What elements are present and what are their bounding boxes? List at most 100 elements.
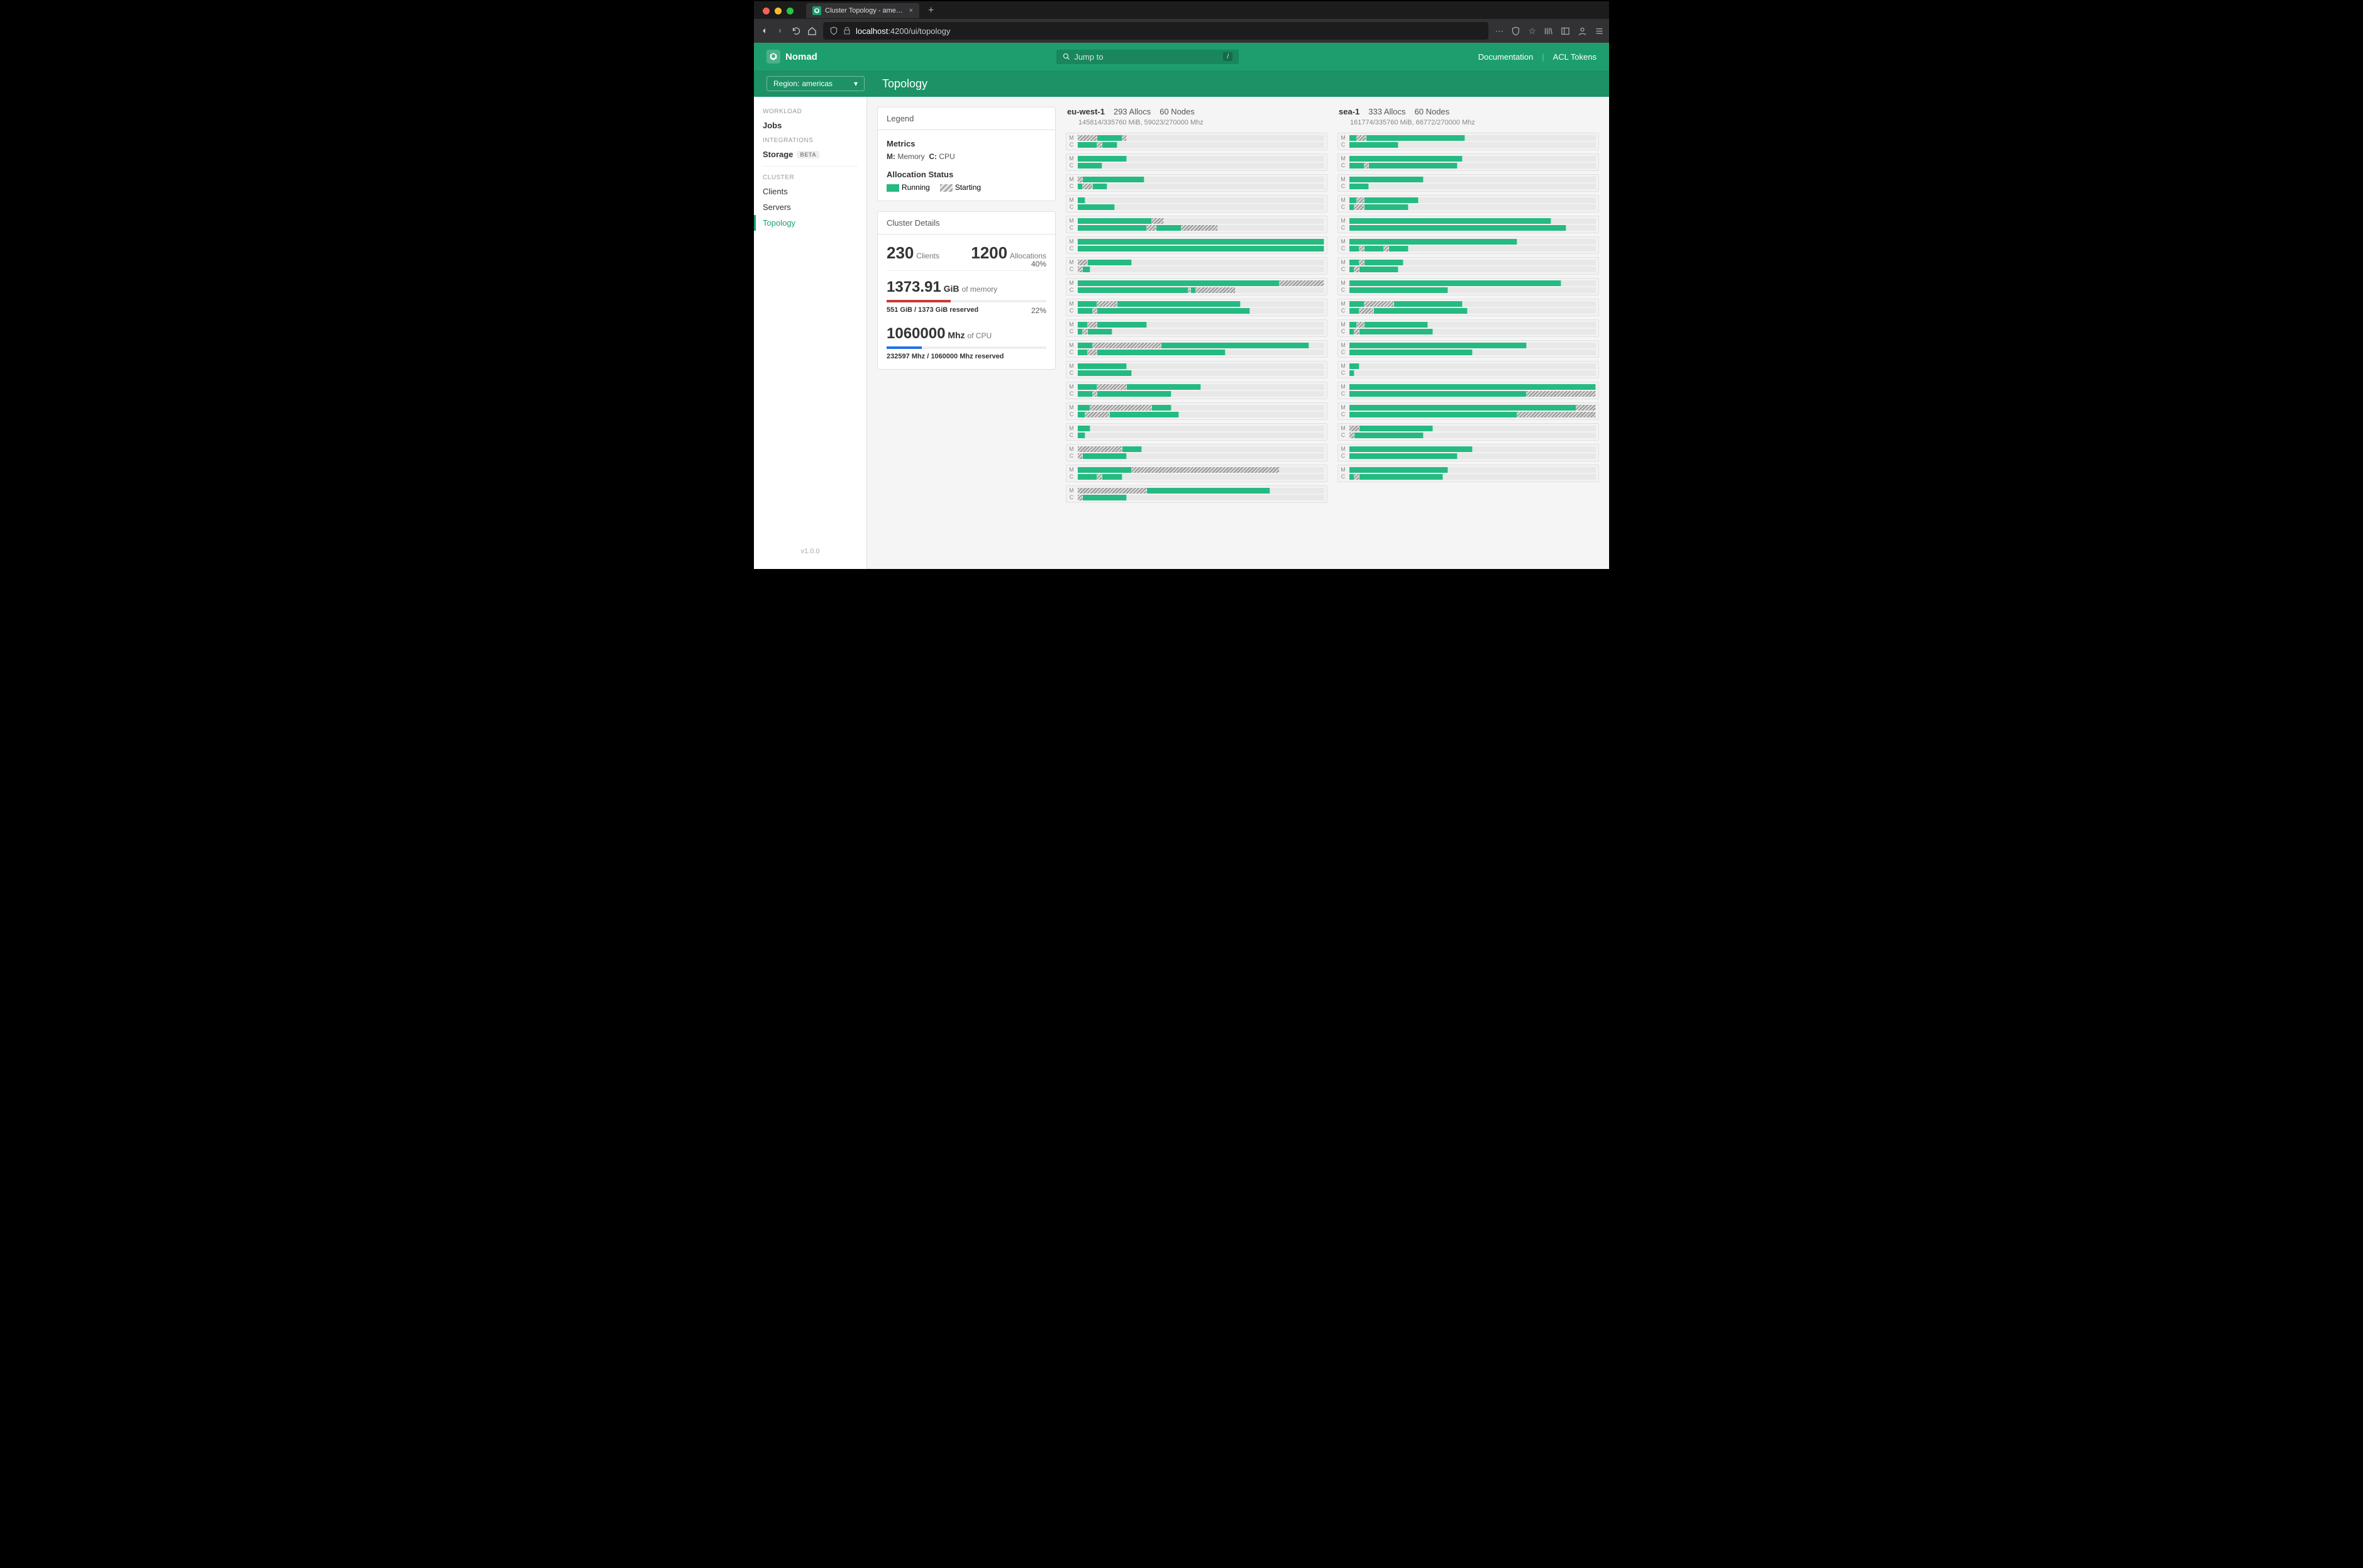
topology-node[interactable]: M C bbox=[1066, 153, 1327, 171]
topology-node[interactable]: M C bbox=[1066, 361, 1327, 378]
topology-node[interactable]: M C bbox=[1337, 382, 1599, 399]
close-tab-icon[interactable]: × bbox=[909, 7, 913, 14]
jump-search[interactable]: Jump to / bbox=[1056, 50, 1239, 64]
topology-node[interactable]: M C bbox=[1066, 236, 1327, 254]
topology-node[interactable]: M C bbox=[1337, 444, 1599, 461]
reader-icon[interactable] bbox=[1511, 26, 1520, 36]
cpu-row-label: C bbox=[1068, 370, 1075, 376]
brand[interactable]: Nomad bbox=[766, 50, 817, 63]
cpu-bar bbox=[1078, 495, 1324, 500]
datacenter-allocs: 333 Allocs bbox=[1368, 107, 1405, 116]
topology-node[interactable]: M C bbox=[1337, 402, 1599, 420]
memory-bar bbox=[1078, 426, 1324, 431]
topology-node[interactable]: M C bbox=[1337, 236, 1599, 254]
topology-node[interactable]: M C bbox=[1066, 444, 1327, 461]
topology-node[interactable]: M C bbox=[1066, 485, 1327, 503]
back-button[interactable] bbox=[759, 26, 769, 36]
cpu-bar bbox=[1078, 184, 1324, 189]
close-window-button[interactable] bbox=[763, 8, 770, 14]
memory-row-label: M bbox=[1068, 467, 1075, 473]
topology-node[interactable]: M C bbox=[1337, 299, 1599, 316]
memory-bar bbox=[1078, 301, 1324, 307]
sidebar-section-cluster: CLUSTER bbox=[754, 170, 866, 184]
cpu-row-label: C bbox=[1068, 287, 1075, 293]
topology-node[interactable]: M C bbox=[1066, 340, 1327, 358]
cpu-bar bbox=[1078, 225, 1324, 231]
topology-node[interactable]: M C bbox=[1066, 278, 1327, 295]
cpu-bar bbox=[1078, 370, 1324, 376]
topology-node[interactable]: M C bbox=[1066, 133, 1327, 150]
cpu-bar bbox=[1078, 474, 1324, 480]
region-select[interactable]: Region: americas ▾ bbox=[766, 76, 865, 91]
topology-node[interactable]: M C bbox=[1337, 465, 1599, 482]
topology-node[interactable]: M C bbox=[1066, 195, 1327, 213]
cpu-row-label: C bbox=[1339, 412, 1347, 417]
topology-node[interactable]: M C bbox=[1066, 299, 1327, 316]
topology-node[interactable]: M C bbox=[1337, 423, 1599, 441]
home-button[interactable] bbox=[807, 26, 817, 36]
forward-button[interactable] bbox=[775, 26, 785, 36]
sidebar-divider bbox=[763, 166, 858, 167]
topology-node[interactable]: M C bbox=[1337, 153, 1599, 171]
topology-node[interactable]: M C bbox=[1337, 278, 1599, 295]
cpu-row-label: C bbox=[1068, 495, 1075, 500]
browser-tab[interactable]: Cluster Topology - americas - I × bbox=[806, 3, 919, 18]
cpu-row-label: C bbox=[1068, 204, 1075, 210]
datacenter-resources: 145814/335760 MiB, 59023/270000 Mhz bbox=[1066, 119, 1327, 133]
cpu-row-label: C bbox=[1068, 391, 1075, 397]
documentation-link[interactable]: Documentation bbox=[1478, 52, 1533, 62]
minimize-window-button[interactable] bbox=[775, 8, 782, 14]
memory-bar bbox=[1078, 384, 1324, 390]
memory-bar bbox=[1349, 426, 1596, 431]
cpu-bar bbox=[1078, 204, 1324, 210]
topology-node[interactable]: M C bbox=[1066, 216, 1327, 233]
cpu-row-label: C bbox=[1339, 163, 1347, 168]
sidebar-icon[interactable] bbox=[1561, 26, 1570, 36]
memory-row-label: M bbox=[1068, 135, 1075, 141]
topology-node[interactable]: M C bbox=[1066, 402, 1327, 420]
topology-node[interactable]: M C bbox=[1337, 195, 1599, 213]
topology-node[interactable]: M C bbox=[1337, 257, 1599, 275]
acl-tokens-link[interactable]: ACL Tokens bbox=[1553, 52, 1597, 62]
topology-node[interactable]: M C bbox=[1337, 319, 1599, 337]
more-icon[interactable]: ⋯ bbox=[1495, 26, 1503, 36]
topology-node[interactable]: M C bbox=[1066, 423, 1327, 441]
cpu-row-label: C bbox=[1068, 329, 1075, 334]
account-icon[interactable] bbox=[1578, 26, 1587, 36]
topology-node[interactable]: M C bbox=[1337, 174, 1599, 192]
reload-button[interactable] bbox=[792, 26, 801, 36]
topology-node[interactable]: M C bbox=[1066, 257, 1327, 275]
maximize-window-button[interactable] bbox=[787, 8, 794, 14]
topology-node[interactable]: M C bbox=[1066, 174, 1327, 192]
cpu-bar bbox=[1349, 412, 1596, 417]
sidebar-item-servers[interactable]: Servers bbox=[754, 199, 866, 215]
cpu-bar bbox=[1349, 433, 1596, 438]
memory-row-label: M bbox=[1068, 301, 1075, 307]
cpu-bar bbox=[887, 346, 1046, 349]
sidebar-item-clients[interactable]: Clients bbox=[754, 184, 866, 199]
memory-row-label: M bbox=[1068, 177, 1075, 182]
topology-node[interactable]: M C bbox=[1337, 361, 1599, 378]
memory-row-label: M bbox=[1068, 197, 1075, 203]
topology-node[interactable]: M C bbox=[1066, 382, 1327, 399]
datacenter-name: eu-west-1 bbox=[1067, 107, 1105, 116]
topology-node[interactable]: M C bbox=[1337, 340, 1599, 358]
address-bar[interactable]: localhost:4200/ui/topology bbox=[823, 22, 1488, 40]
memory-row-label: M bbox=[1068, 218, 1075, 224]
topology-node[interactable]: M C bbox=[1337, 216, 1599, 233]
library-icon[interactable] bbox=[1544, 26, 1553, 36]
memory-bar bbox=[1349, 135, 1596, 141]
sidebar-item-topology[interactable]: Topology bbox=[754, 215, 866, 231]
topology-node[interactable]: M C bbox=[1066, 465, 1327, 482]
topology-node[interactable]: M C bbox=[1337, 133, 1599, 150]
sidebar-item-storage[interactable]: Storage BETA bbox=[754, 146, 866, 162]
cpu-bar bbox=[1349, 204, 1596, 210]
topology-node[interactable]: M C bbox=[1066, 319, 1327, 337]
sidebar-item-jobs[interactable]: Jobs bbox=[754, 118, 866, 133]
bookmark-icon[interactable]: ☆ bbox=[1528, 26, 1536, 36]
cluster-details-panel: Cluster Details 230 Clients 1200 Allocat… bbox=[877, 211, 1056, 370]
new-tab-button[interactable]: + bbox=[924, 5, 938, 16]
memory-bar bbox=[1349, 363, 1596, 369]
menu-icon[interactable] bbox=[1595, 26, 1604, 36]
datacenter-resources: 161774/335760 MiB, 66772/270000 Mhz bbox=[1337, 119, 1599, 133]
